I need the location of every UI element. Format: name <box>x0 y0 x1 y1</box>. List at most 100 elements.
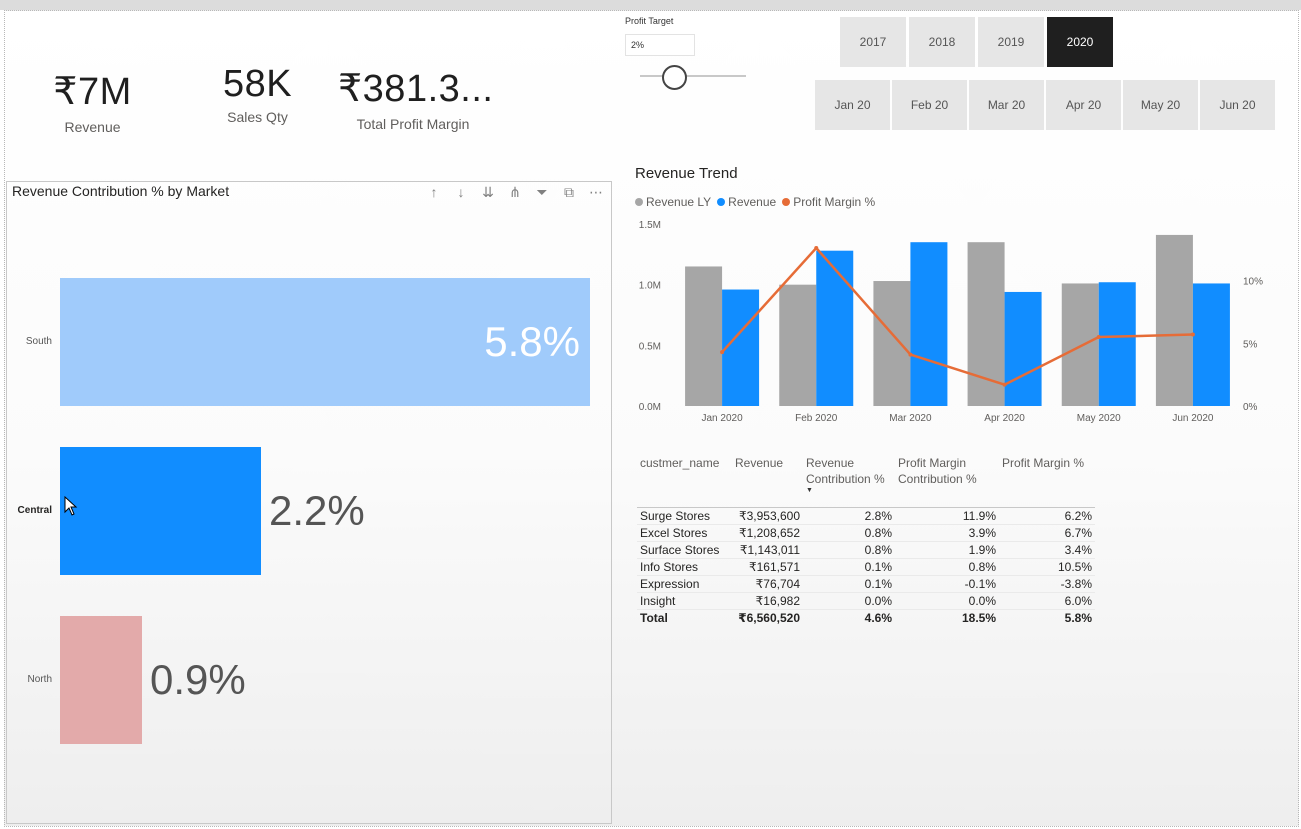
revenue-trend-legend: Revenue LY Revenue Profit Margin % <box>635 195 875 209</box>
bar-revenue-4[interactable] <box>1098 282 1136 406</box>
x-axis-tick-label: Feb 2020 <box>795 413 838 424</box>
table-row[interactable]: Info Stores ₹161,571 0.1% 0.8% 10.5% <box>637 558 1095 576</box>
bar-revenue-ly-1[interactable] <box>779 284 817 406</box>
legend-label: Revenue LY <box>646 195 712 209</box>
kpi-card-revenue[interactable]: ₹7M Revenue <box>40 73 145 135</box>
visual-header-toolbar: ↑ ↓ ⇊ ⋔ ⏷ ⧉ ⋯ <box>425 184 605 201</box>
table-cell: 0.8% <box>803 541 895 559</box>
table-total-row: Total ₹6,560,520 4.6% 18.5% 5.8% <box>637 608 1095 626</box>
filter-icon[interactable]: ⏷ <box>533 184 551 201</box>
kpi-card-total-profit-margin[interactable]: ₹381.3... Total Profit Margin <box>338 68 494 132</box>
bar-north[interactable] <box>60 616 142 744</box>
bar-revenue-ly-4[interactable] <box>1061 283 1099 406</box>
table-total-cell: 5.8% <box>999 608 1095 626</box>
more-options-icon[interactable]: ⋯ <box>587 184 605 201</box>
double-arrow-down-icon[interactable]: ⇊ <box>479 184 497 201</box>
customer-table[interactable]: custmer_name Revenue Revenue Contributio… <box>637 455 1095 626</box>
hierarchy-icon[interactable]: ⋔ <box>506 184 524 201</box>
table-cell: ₹16,982 <box>732 592 803 610</box>
bar-revenue-ly-5[interactable] <box>1155 234 1193 406</box>
point-profit-margin-3[interactable] <box>1002 382 1007 387</box>
sort-descending-icon: ▼ <box>806 487 813 494</box>
legend-dot <box>717 198 726 206</box>
point-profit-margin-4[interactable] <box>1096 335 1101 340</box>
column-header-label: Profit Margin % <box>1002 456 1085 470</box>
table-row[interactable]: Expression ₹76,704 0.1% -0.1% -3.8% <box>637 575 1095 593</box>
mouse-cursor-icon <box>64 496 78 516</box>
month-button-jun[interactable]: Jun 20 <box>1200 80 1275 130</box>
table-cell: ₹3,953,600 <box>732 506 803 525</box>
kpi-label: Sales Qty <box>227 109 288 125</box>
year-button-2020[interactable]: 2020 <box>1047 17 1113 67</box>
table-cell: Insight <box>637 592 732 610</box>
year-button-2018[interactable]: 2018 <box>909 17 975 67</box>
point-profit-margin-0[interactable] <box>720 350 725 355</box>
kpi-card-sales-qty[interactable]: 58K Sales Qty <box>210 65 305 125</box>
table-cell: 0.1% <box>803 558 895 576</box>
bar-revenue-ly-0[interactable] <box>685 266 723 406</box>
column-header-customer[interactable]: custmer_name <box>637 455 732 507</box>
kpi-label: Revenue <box>64 119 121 135</box>
bar-revenue-2[interactable] <box>910 242 948 406</box>
bar-revenue-5[interactable] <box>1192 283 1230 406</box>
table-header-row: custmer_name Revenue Revenue Contributio… <box>637 455 1095 507</box>
table-cell: ₹1,143,011 <box>732 541 803 559</box>
month-button-jan[interactable]: Jan 20 <box>815 80 890 130</box>
bar-revenue-3[interactable] <box>1004 291 1042 406</box>
month-button-apr[interactable]: Apr 20 <box>1046 80 1121 130</box>
arrow-up-icon[interactable]: ↑ <box>425 184 443 201</box>
table-row[interactable]: Surface Stores ₹1,143,011 0.8% 1.9% 3.4% <box>637 541 1095 559</box>
data-label-central: 2.2% <box>269 487 365 534</box>
kpi-value: ₹381.3... <box>338 68 494 110</box>
kpi-value: 58K <box>222 63 293 105</box>
profit-target-input[interactable]: 2% <box>625 34 695 56</box>
legend-dot <box>782 198 791 206</box>
table-cell: 3.9% <box>895 524 999 542</box>
table-total-cell: ₹6,560,520 <box>732 608 803 626</box>
category-label-south: South <box>25 336 52 347</box>
bar-revenue-ly-2[interactable] <box>873 281 911 406</box>
legend-item-revenue-ly[interactable]: Revenue LY <box>635 195 711 209</box>
column-header-profit-margin[interactable]: Profit Margin % <box>999 455 1095 507</box>
table-row[interactable]: Insight ₹16,982 0.0% 0.0% 6.0% <box>637 592 1095 610</box>
bar-central[interactable] <box>60 447 261 575</box>
year-button-2019[interactable]: 2019 <box>978 17 1044 67</box>
table-row[interactable]: Excel Stores ₹1,208,652 0.8% 3.9% 6.7% <box>637 524 1095 542</box>
month-button-may[interactable]: May 20 <box>1123 80 1198 130</box>
visual-title: Revenue Contribution % by Market <box>12 183 230 199</box>
column-header-revenue[interactable]: Revenue <box>732 455 803 507</box>
profit-target-slider-track[interactable] <box>640 75 746 77</box>
month-button-feb[interactable]: Feb 20 <box>892 80 967 130</box>
table-cell: Surface Stores <box>637 541 732 559</box>
column-header-revenue-contribution[interactable]: Revenue Contribution % ▼ <box>803 455 895 507</box>
point-profit-margin-1[interactable] <box>814 246 819 250</box>
profit-target-slider-handle[interactable] <box>662 65 687 90</box>
category-label-north: North <box>27 674 52 685</box>
y-axis-left-tick-label: 1.5M <box>639 220 661 231</box>
y-axis-left-tick-label: 0.5M <box>639 341 661 352</box>
revenue-trend-title: Revenue Trend <box>635 165 738 182</box>
legend-item-profit-margin[interactable]: Profit Margin % <box>782 195 875 209</box>
x-axis-tick-label: Jun 2020 <box>1172 413 1214 424</box>
year-button-2017[interactable]: 2017 <box>840 17 906 67</box>
x-axis-tick-label: May 2020 <box>1077 413 1121 424</box>
focus-mode-icon[interactable]: ⧉ <box>560 184 578 201</box>
table-cell: -3.8% <box>999 575 1095 593</box>
data-label-south: 5.8% <box>484 318 580 365</box>
bar-revenue-1[interactable] <box>816 250 854 406</box>
legend-item-revenue[interactable]: Revenue <box>717 195 776 209</box>
column-header-profit-margin-contribution[interactable]: Profit Margin Contribution % <box>895 455 999 507</box>
table-row[interactable]: Surge Stores ₹3,953,600 2.8% 11.9% 6.2% <box>637 506 1095 525</box>
y-axis-right-tick-label: 0% <box>1243 402 1258 413</box>
bar-revenue-ly-3[interactable] <box>967 242 1005 406</box>
month-button-mar[interactable]: Mar 20 <box>969 80 1044 130</box>
table-cell: ₹76,704 <box>732 575 803 593</box>
revenue-trend-chart[interactable]: 0.0M 0.5M 1.0M 1.5M 0% 5% 10% Jan 2020 Feb 2020 M… <box>630 212 1275 430</box>
x-axis-tick-label: Jan 2020 <box>702 413 744 424</box>
kpi-label: Total Profit Margin <box>356 116 470 132</box>
arrow-down-icon[interactable]: ↓ <box>452 184 470 201</box>
point-profit-margin-2[interactable] <box>908 352 913 357</box>
point-profit-margin-5[interactable] <box>1190 332 1195 337</box>
table-total-cell: 18.5% <box>895 608 999 626</box>
table-cell: 6.0% <box>999 592 1095 610</box>
